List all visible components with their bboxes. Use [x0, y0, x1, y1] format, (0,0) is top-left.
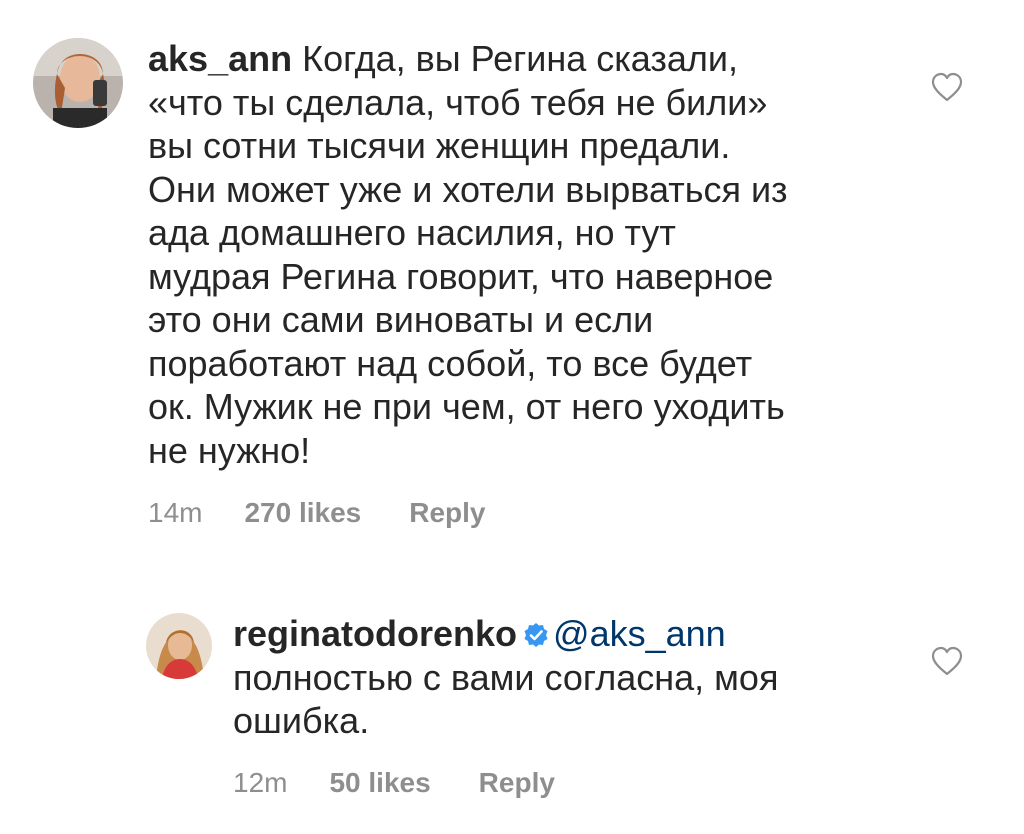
user-avatar-icon: [146, 613, 212, 679]
comment-meta: 12m 50 likes Reply: [233, 767, 555, 799]
comment-line: полностью с вами согласна, моя: [233, 656, 779, 698]
reply-button[interactable]: Reply: [479, 767, 555, 799]
comment-line: ок. Мужик не при чем, от него уходить: [148, 386, 785, 427]
comment-time: 12m: [233, 767, 288, 798]
comment-line: не нужно!: [148, 429, 311, 471]
comment-line: «что ты сделала, чтоб тебя не били»: [148, 81, 768, 123]
comment-line: мудрая Регина говорит, что наверное: [148, 255, 774, 297]
comment-line: вы сотни тысячи женщин предали.: [148, 125, 731, 166]
comment-line: Когда, вы Регина сказали,: [302, 38, 739, 79]
user-avatar-icon: [33, 38, 123, 128]
heart-icon[interactable]: [930, 72, 964, 102]
comment-line: это они сами виноваты и если: [148, 299, 654, 340]
mention-link[interactable]: @aks_ann: [553, 613, 726, 654]
avatar[interactable]: [33, 38, 123, 128]
heart-icon[interactable]: [930, 646, 964, 676]
comment-username[interactable]: aks_ann: [148, 38, 292, 79]
comment-line: ошибка.: [233, 700, 370, 741]
comment-meta: 14m 270 likes Reply: [148, 497, 486, 529]
likes-count[interactable]: 270 likes: [244, 497, 361, 529]
comment-text: aks_ann Когда, вы Регина сказали, «что т…: [148, 37, 928, 472]
reply-button[interactable]: Reply: [409, 497, 485, 529]
comment-line: поработают над собой, то все будет: [148, 342, 753, 384]
comment-time: 14m: [148, 497, 203, 528]
avatar[interactable]: [146, 613, 212, 679]
comment-line: Они может уже и хотели вырваться из: [148, 168, 788, 210]
comment-text: reginatodorenko @aks_ann полностью с вам…: [233, 612, 933, 743]
likes-count[interactable]: 50 likes: [329, 767, 430, 799]
comment-line: ада домашнего насилия, но тут: [148, 212, 676, 253]
verified-badge-icon: [524, 623, 548, 647]
comment-username[interactable]: reginatodorenko: [233, 613, 517, 654]
